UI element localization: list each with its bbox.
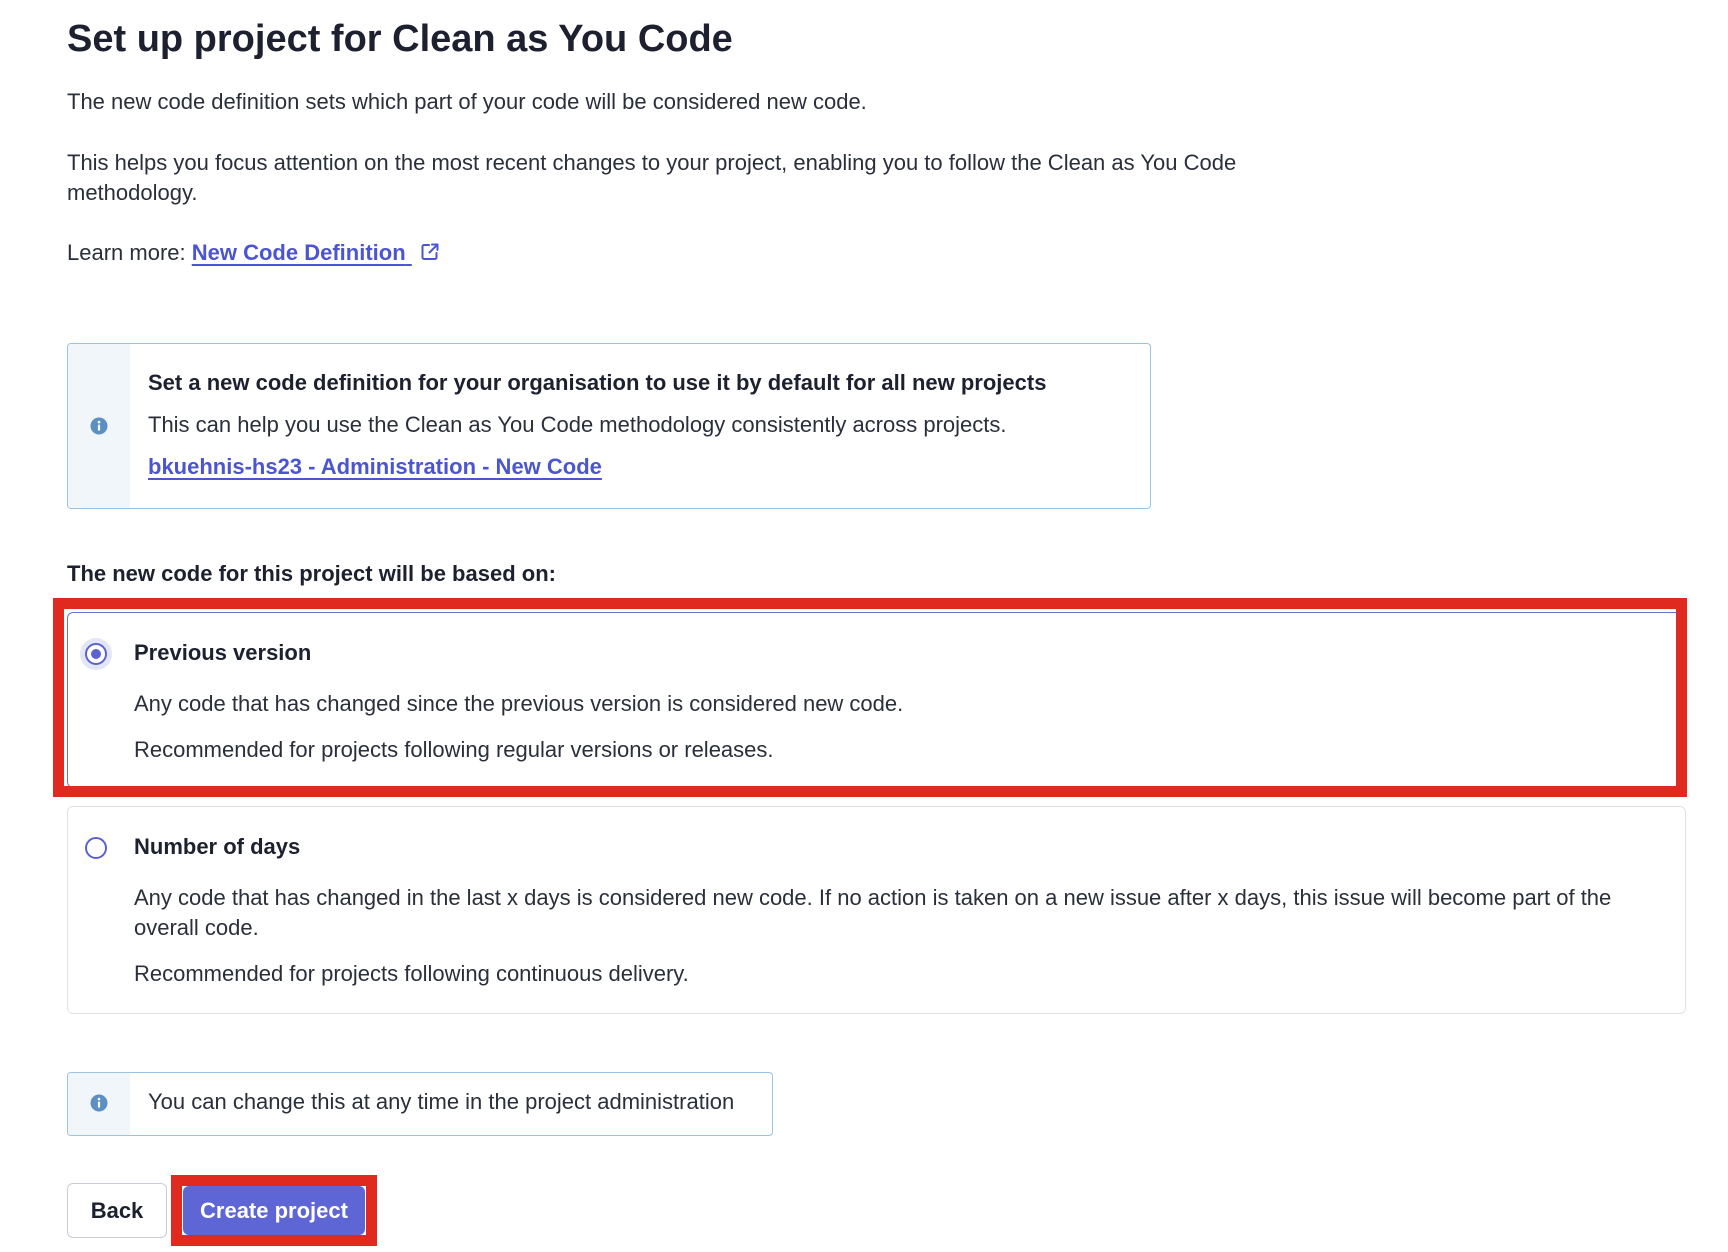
option-number-of-days[interactable]: Number of days Any code that has changed… — [67, 806, 1686, 1014]
org-admin-new-code-link[interactable]: bkuehnis-hs23 - Administration - New Cod… — [148, 454, 602, 480]
option-description: Any code that has changed in the last x … — [134, 885, 1612, 940]
new-code-definition-link-label: New Code Definition — [191, 240, 406, 265]
radio-number-of-days[interactable] — [85, 837, 107, 859]
learn-more-prefix: Learn more: — [67, 240, 186, 265]
create-project-button[interactable]: Create project — [183, 1186, 365, 1235]
learn-more: Learn more: New Code Definition — [67, 238, 440, 268]
based-on-label: The new code for this project will be ba… — [67, 561, 556, 586]
option-title: Previous version — [134, 640, 312, 665]
intro-text-2: This helps you focus attention on the mo… — [67, 150, 1237, 205]
option-recommendation: Recommended for projects following conti… — [134, 961, 689, 986]
intro-text: The new code definition sets which part … — [67, 89, 867, 114]
info-icon — [90, 417, 108, 435]
org-notice-title: Set a new code definition for your organ… — [148, 370, 1047, 395]
org-new-code-notice: Set a new code definition for your organ… — [67, 343, 1151, 509]
org-notice-description: This can help you use the Clean as You C… — [148, 412, 1007, 437]
change-notice-text: You can change this at any time in the p… — [148, 1089, 735, 1114]
option-description: Any code that has changed since the prev… — [134, 691, 904, 716]
back-button[interactable]: Back — [67, 1183, 167, 1238]
option-previous-version[interactable]: Previous version Any code that has chang… — [67, 612, 1686, 788]
new-code-definition-link[interactable]: New Code Definition — [192, 240, 440, 265]
radio-selected-dot — [91, 649, 101, 659]
info-icon — [90, 1094, 108, 1112]
page-title: Set up project for Clean as You Code — [67, 18, 733, 60]
external-link-icon — [421, 243, 439, 260]
option-recommendation: Recommended for projects following regul… — [134, 737, 774, 762]
radio-previous-version[interactable] — [85, 643, 107, 665]
option-title: Number of days — [134, 834, 301, 859]
change-later-notice: You can change this at any time in the p… — [67, 1072, 773, 1136]
